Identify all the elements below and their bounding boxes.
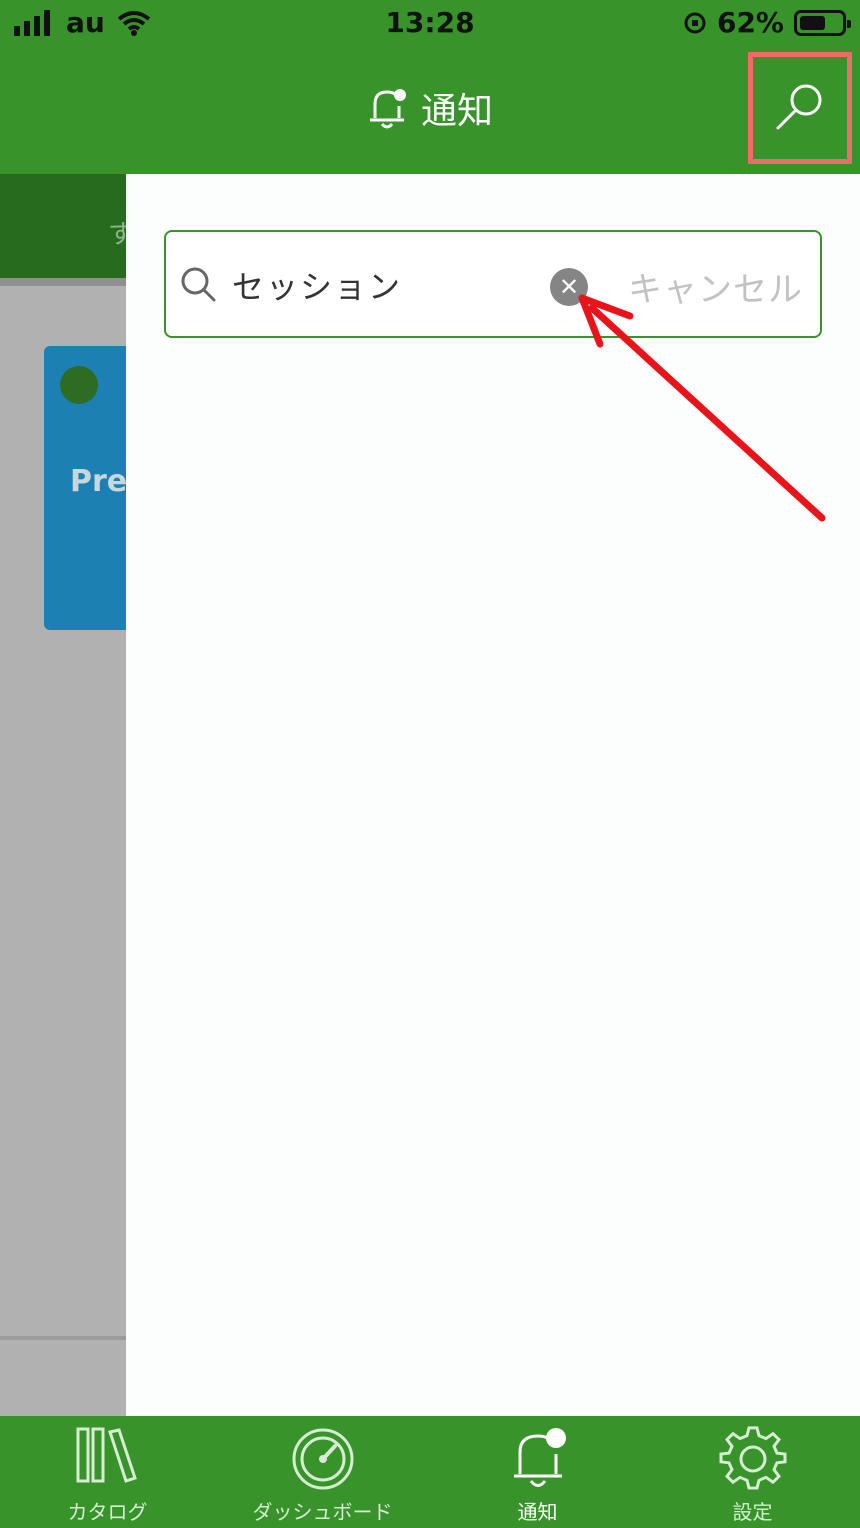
background-tab-strip: す [0, 174, 134, 278]
card-status-dot [60, 366, 98, 404]
search-icon [776, 84, 822, 130]
card-title: Pre [70, 464, 126, 499]
tab-label: 通知 [517, 1500, 558, 1524]
tab-bar: カタログ ダッシュボード 通知 設定 [0, 1416, 860, 1528]
tab-settings[interactable]: 設定 [645, 1416, 860, 1528]
bell-icon [513, 1428, 566, 1487]
search-field[interactable]: セッション ✕ キャンセル [164, 230, 822, 338]
search-panel: セッション ✕ キャンセル [126, 174, 860, 1416]
page-title-text: 通知 [420, 91, 493, 132]
gear-icon [719, 1426, 786, 1490]
clear-icon[interactable]: ✕ [550, 268, 588, 306]
status-bar: au 13:28 62% [0, 0, 860, 50]
bell-icon [369, 89, 406, 129]
tab-label: カタログ [67, 1500, 148, 1524]
tab-dashboard[interactable]: ダッシュボード [215, 1416, 430, 1528]
background-divider-bottom [0, 1336, 126, 1340]
tab-catalog[interactable]: カタログ [0, 1416, 215, 1528]
battery-percent: 62% [716, 6, 784, 39]
page-title: 通知 [0, 82, 860, 134]
app-header: au 13:28 62% 通知 [0, 0, 860, 174]
tab-label: 設定 [732, 1500, 773, 1524]
tab-label: ダッシュボード [252, 1500, 393, 1524]
battery-level [800, 15, 825, 30]
search-input[interactable]: セッション [232, 262, 402, 308]
background-card: Pre [44, 346, 126, 630]
background-divider [0, 278, 126, 286]
magnifier-icon [181, 267, 216, 302]
dashboard-icon [292, 1428, 353, 1490]
battery-icon [794, 9, 851, 36]
search-button[interactable] [748, 52, 852, 164]
cancel-button[interactable]: キャンセル [628, 262, 803, 311]
orientation-lock-icon [684, 12, 706, 33]
catalog-icon [76, 1427, 137, 1483]
tab-notifications[interactable]: 通知 [430, 1416, 645, 1528]
